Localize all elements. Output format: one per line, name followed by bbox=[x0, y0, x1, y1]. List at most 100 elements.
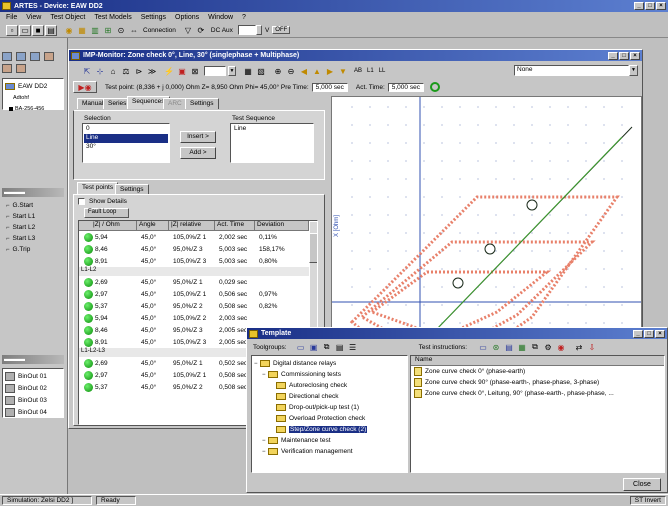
find-icon[interactable]: ⊛ bbox=[490, 342, 502, 353]
filter-icon[interactable]: ▽ bbox=[182, 25, 194, 36]
binout-item[interactable]: BinOut 02 bbox=[4, 382, 62, 394]
tree-node[interactable]: − Maintenance test bbox=[254, 435, 405, 446]
properties-icon[interactable]: ☰ bbox=[347, 342, 359, 353]
instruction-item[interactable]: Zone curve check 0° (phase-earth) bbox=[411, 366, 664, 377]
settings-icon[interactable]: ⚙ bbox=[542, 342, 554, 353]
hardware-icon[interactable]: ▦ bbox=[76, 25, 88, 36]
tree-node[interactable]: − Commissioning tests bbox=[254, 369, 405, 380]
close-button[interactable]: Close bbox=[623, 478, 661, 491]
menu-item[interactable]: ? bbox=[242, 14, 246, 21]
print-icon[interactable]: ▤ bbox=[45, 24, 57, 36]
menu-item[interactable]: Settings bbox=[141, 14, 166, 21]
close-icon[interactable]: × bbox=[655, 330, 665, 338]
new-icon[interactable]: ▫ bbox=[6, 24, 18, 36]
tree-node[interactable]: Step/Zone curve check (2) bbox=[254, 424, 405, 435]
menu-item[interactable]: File bbox=[6, 14, 17, 21]
add-button[interactable]: Add > bbox=[180, 147, 216, 159]
chart-icon[interactable]: ▦ bbox=[516, 342, 528, 353]
connection-icon[interactable]: ⇔ bbox=[128, 25, 140, 36]
binout-item[interactable]: BinOut 01 bbox=[4, 370, 62, 382]
table-row[interactable]: 8,91 45,0° 105,0%/Z 3 5,003 sec 0,80% bbox=[79, 255, 309, 267]
run-icon[interactable]: ◉ bbox=[555, 342, 567, 353]
minimize-icon[interactable]: _ bbox=[633, 330, 643, 338]
module-icon[interactable]: ▥ bbox=[89, 25, 101, 36]
ab-label[interactable]: AB bbox=[354, 68, 362, 74]
tool-icon[interactable] bbox=[2, 63, 12, 73]
table-row[interactable]: 2,97 45,0° 105,0%/Z 1 0,506 sec 0,97% bbox=[79, 288, 309, 300]
test-point-marker[interactable] bbox=[452, 277, 464, 289]
tool-icon[interactable] bbox=[30, 52, 40, 61]
new-instruction-icon[interactable]: ▭ bbox=[477, 342, 489, 353]
chart-icon[interactable]: ▧ bbox=[255, 66, 267, 77]
minimize-icon[interactable]: _ bbox=[608, 52, 618, 60]
column-header[interactable]: |Z| relative bbox=[169, 221, 215, 231]
selection-list[interactable]: 0 Line 30° bbox=[82, 123, 170, 163]
insert-button[interactable]: Insert > bbox=[180, 131, 216, 143]
column-header[interactable]: |Z| / Ohm bbox=[91, 221, 137, 231]
table-row[interactable]: 5,37 45,0° 95,0%/Z 2 0,508 sec 0,82% bbox=[79, 300, 309, 312]
arrow-up-icon[interactable]: ▲ bbox=[311, 66, 323, 77]
dc-aux-input[interactable] bbox=[237, 25, 256, 35]
open-icon[interactable]: ▭ bbox=[19, 24, 31, 36]
tab-arc[interactable]: ARC bbox=[163, 98, 187, 109]
edit-icon[interactable]: ▤ bbox=[503, 342, 515, 353]
copy-group-icon[interactable]: ⧉ bbox=[321, 342, 333, 353]
next-icon[interactable]: ⊳ bbox=[133, 66, 145, 77]
chevron-down-icon[interactable]: ▼ bbox=[228, 66, 236, 76]
zoom-select[interactable] bbox=[204, 66, 226, 76]
grid-icon[interactable]: ▦ bbox=[242, 66, 254, 77]
table-row[interactable]: 2,69 45,0° 95,0%/Z 1 0,029 sec bbox=[79, 276, 309, 288]
signal-item[interactable]: ⌐ Start L1 bbox=[2, 211, 64, 222]
maximize-icon[interactable]: □ bbox=[619, 52, 629, 60]
maximize-icon[interactable]: □ bbox=[644, 330, 654, 338]
menu-item[interactable]: View bbox=[26, 14, 41, 21]
signal-item[interactable]: ⌐ G.Trip bbox=[2, 244, 64, 255]
tool-icon[interactable] bbox=[16, 52, 26, 61]
binout-item[interactable]: BinOut 04 bbox=[4, 406, 62, 418]
none-select[interactable]: None bbox=[514, 65, 629, 76]
selection-item[interactable]: 30° bbox=[84, 143, 168, 152]
lock-icon[interactable]: ⌂ bbox=[107, 66, 119, 77]
ll-label[interactable]: LL bbox=[379, 68, 386, 74]
selection-item[interactable]: Line bbox=[84, 134, 168, 143]
cursor-icon[interactable]: ⇱ bbox=[81, 66, 93, 77]
signal-item[interactable]: ⌐ G.Start bbox=[2, 200, 64, 211]
stop-icon[interactable]: ⊠ bbox=[189, 66, 201, 77]
save-icon[interactable]: ■ bbox=[32, 24, 44, 36]
dc-aux-off-button[interactable]: OFF bbox=[272, 26, 291, 34]
signal-item[interactable]: ⌐ Start L3 bbox=[2, 233, 64, 244]
l1-label[interactable]: L1 bbox=[367, 68, 374, 74]
instruction-item[interactable]: Zone curve check 90° (phase-earth-, phas… bbox=[411, 377, 664, 388]
selection-item[interactable]: 0 bbox=[84, 125, 168, 134]
tab-settings[interactable]: Settings bbox=[185, 98, 219, 109]
tool-icon[interactable] bbox=[44, 52, 54, 61]
tree-node[interactable]: Drop-out/pick-up test (1) bbox=[254, 402, 405, 413]
binout-item[interactable]: BinOut 03 bbox=[4, 394, 62, 406]
forward-icon[interactable]: ≫ bbox=[146, 66, 158, 77]
tree-node[interactable]: Directional check bbox=[254, 391, 405, 402]
table-row[interactable]: 5,94 45,0° 105,0%/Z 2 2,003 sec bbox=[79, 312, 309, 324]
paste-group-icon[interactable]: ▤ bbox=[334, 342, 346, 353]
run-icon[interactable]: ⊞ bbox=[102, 25, 114, 36]
menu-item[interactable]: Window bbox=[208, 14, 233, 21]
record-icon[interactable]: ▣ bbox=[176, 66, 188, 77]
test-point-marker[interactable] bbox=[526, 199, 538, 211]
arrow-down-icon[interactable]: ▼ bbox=[337, 66, 349, 77]
import-icon[interactable]: ⇩ bbox=[586, 342, 598, 353]
column-header[interactable]: Deviation bbox=[255, 221, 309, 231]
table-row[interactable]: 5,94 45,0° 105,0%/Z 1 2,002 sec 0,11% bbox=[79, 231, 309, 243]
table-row[interactable]: 8,46 45,0° 95,0%/Z 3 5,003 sec 158,17% bbox=[79, 243, 309, 255]
arrow-left-icon[interactable]: ◀ bbox=[298, 66, 310, 77]
dc-aux-spin[interactable] bbox=[255, 25, 262, 35]
test-point-marker[interactable] bbox=[484, 243, 496, 255]
stop-icon[interactable]: ⊙ bbox=[115, 25, 127, 36]
sequence-item[interactable]: Line bbox=[232, 125, 312, 134]
tool-icon[interactable] bbox=[2, 52, 12, 61]
scroll-thumb[interactable] bbox=[309, 233, 317, 263]
instruction-item[interactable]: Zone curve check 0°, Leitung, 90° (phase… bbox=[411, 388, 664, 399]
column-header[interactable]: Act. Time bbox=[215, 221, 255, 231]
tree-node[interactable]: − Verification management bbox=[254, 446, 405, 457]
fault-icon[interactable]: ⚡ bbox=[163, 66, 175, 77]
fault-loop-dropdown[interactable]: Fault Loop bbox=[84, 208, 129, 218]
aux-icon[interactable]: ⟳ bbox=[195, 25, 207, 36]
